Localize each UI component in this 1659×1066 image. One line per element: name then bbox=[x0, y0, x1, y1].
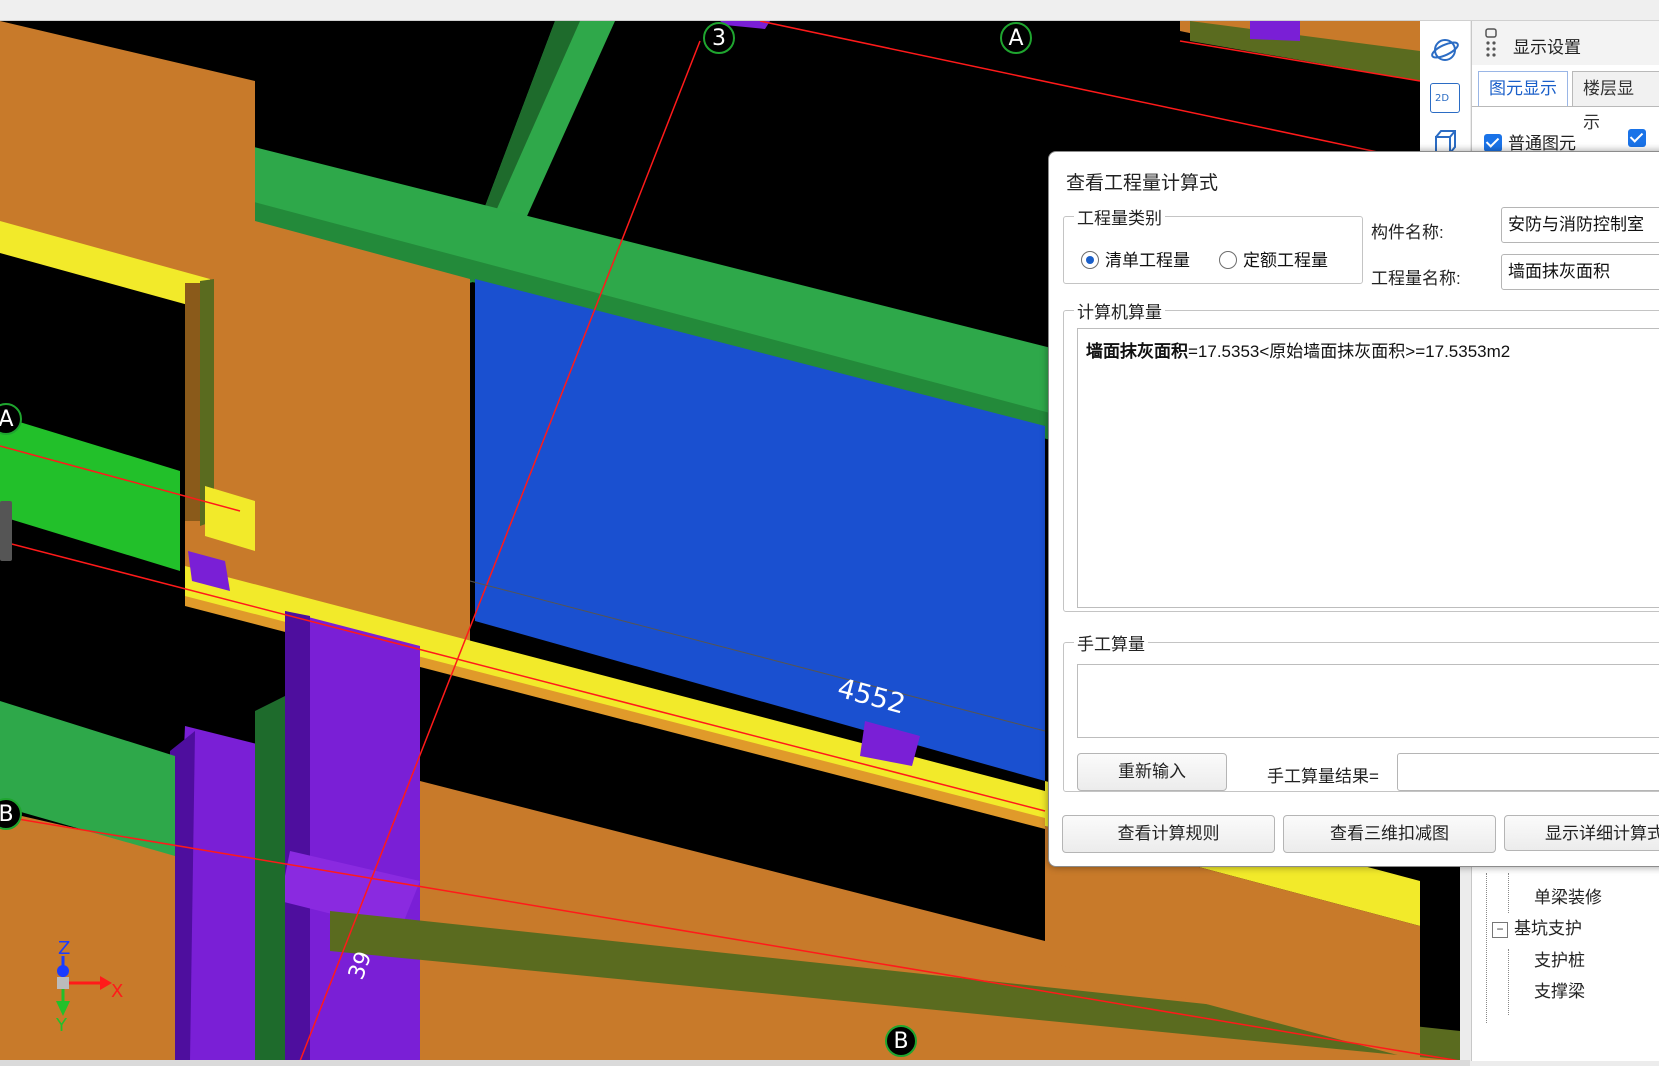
orbit-icon bbox=[1431, 39, 1459, 61]
reenter-button[interactable]: 重新输入 bbox=[1077, 753, 1227, 791]
manual-result-label: 手工算量结果= bbox=[1267, 767, 1379, 786]
tree-item-support-pile[interactable]: 支护桩 bbox=[1534, 946, 1585, 971]
axis-label-3: 3 bbox=[712, 26, 726, 51]
gizmo-origin bbox=[57, 977, 69, 989]
quantity-name-field[interactable]: 墙面抹灰面积 bbox=[1501, 254, 1659, 290]
manual-calc-legend: 手工算量 bbox=[1077, 635, 1145, 654]
formula-text: 墙面抹灰面积=17.5353<原始墙面抹灰面积>=17.5353m2 bbox=[1086, 337, 1510, 362]
manual-calc-textarea[interactable] bbox=[1077, 664, 1659, 738]
dialog-title: 查看工程量计算式 bbox=[1066, 173, 1219, 194]
axis-label-a-top: A bbox=[1008, 26, 1023, 51]
axis-label-b-bottom: B bbox=[893, 1029, 908, 1054]
view-rules-button[interactable]: 查看计算规则 bbox=[1062, 815, 1275, 853]
tab-floor-display[interactable]: 楼层显示 bbox=[1572, 71, 1659, 132]
pin-icon[interactable] bbox=[1482, 27, 1502, 61]
manual-result-field[interactable] bbox=[1397, 753, 1659, 791]
quantity-name-label: 工程量名称: bbox=[1371, 269, 1461, 288]
tree-guide-outer bbox=[1486, 873, 1487, 1023]
gizmo-y-label: Y bbox=[55, 1015, 68, 1036]
component-name-label: 构件名称: bbox=[1371, 223, 1444, 242]
panel-header: 显示设置 bbox=[1472, 21, 1659, 65]
axis-label-a-left: A bbox=[0, 407, 14, 432]
top-bar bbox=[0, 0, 1659, 21]
bottom-status-bar bbox=[0, 1060, 1470, 1066]
radio-list-quantity[interactable]: 清单工程量 bbox=[1081, 246, 1190, 271]
left-collapse-tab bbox=[0, 501, 12, 561]
radio-quota-quantity[interactable]: 定额工程量 bbox=[1219, 246, 1328, 271]
tree-guide-inner-2 bbox=[1508, 949, 1509, 1015]
orbit-button[interactable] bbox=[1430, 35, 1460, 65]
green-column-side bbox=[255, 696, 285, 1061]
checkbox-checked-icon bbox=[1628, 129, 1646, 147]
formula-bold-term: 墙面抹灰面积 bbox=[1086, 342, 1188, 361]
tree-item-pit-support-label: 基坑支护 bbox=[1514, 919, 1582, 938]
tab-divider bbox=[1472, 106, 1659, 107]
checkbox-checked-icon bbox=[1484, 134, 1502, 152]
radio-list-quantity-label: 清单工程量 bbox=[1105, 251, 1190, 270]
formula-textarea[interactable]: 墙面抹灰面积=17.5353<原始墙面抹灰面积>=17.5353m2 bbox=[1077, 328, 1659, 608]
quantity-type-legend: 工程量类别 bbox=[1077, 209, 1162, 228]
component-name-field[interactable]: 安防与消防控制室 bbox=[1501, 207, 1659, 243]
radio-unselected-icon bbox=[1219, 251, 1237, 269]
view-3d-deduction-button[interactable]: 查看三维扣减图 bbox=[1283, 815, 1496, 853]
view-toolbar: 2D bbox=[1420, 21, 1470, 161]
show-detail-formula-button[interactable]: 显示详细计算式 bbox=[1504, 815, 1659, 851]
gizmo-z-label: Z bbox=[58, 938, 70, 959]
quantity-type-group: 工程量类别 bbox=[1063, 204, 1363, 284]
gizmo-x-label: X bbox=[111, 981, 123, 1002]
collapse-icon[interactable]: − bbox=[1492, 922, 1508, 938]
tree-item-support-beam[interactable]: 支撑梁 bbox=[1534, 977, 1585, 1002]
tree-item-pit-support[interactable]: − 基坑支护 bbox=[1492, 914, 1582, 939]
tab-element-display[interactable]: 图元显示 bbox=[1478, 71, 1568, 106]
view-2d-button[interactable]: 2D bbox=[1430, 83, 1460, 113]
formula-expression: =17.5353<原始墙面抹灰面积>=17.5353m2 bbox=[1188, 342, 1511, 361]
computer-calc-legend: 计算机算量 bbox=[1077, 303, 1162, 322]
2d-view-icon: 2D bbox=[1435, 93, 1450, 104]
second-checkbox[interactable] bbox=[1628, 129, 1652, 149]
upper-column-cap bbox=[1250, 21, 1300, 41]
radio-selected-icon bbox=[1081, 251, 1099, 269]
gizmo-z-ball bbox=[57, 965, 69, 977]
panel-title: 显示设置 bbox=[1513, 38, 1581, 57]
tree-item-beam-decoration[interactable]: 单梁装修 bbox=[1534, 883, 1602, 908]
purple-column-main-side bbox=[285, 611, 310, 1061]
axis-label-b-left: B bbox=[0, 802, 14, 827]
radio-quota-quantity-label: 定额工程量 bbox=[1243, 251, 1328, 270]
quantity-formula-dialog: 查看工程量计算式 工程量类别 清单工程量 定额工程量 构件名称: 安防与消防控制… bbox=[1048, 151, 1659, 867]
tree-guide-inner-1 bbox=[1508, 873, 1509, 913]
orange-lower-slab-2 bbox=[420, 781, 1045, 1061]
